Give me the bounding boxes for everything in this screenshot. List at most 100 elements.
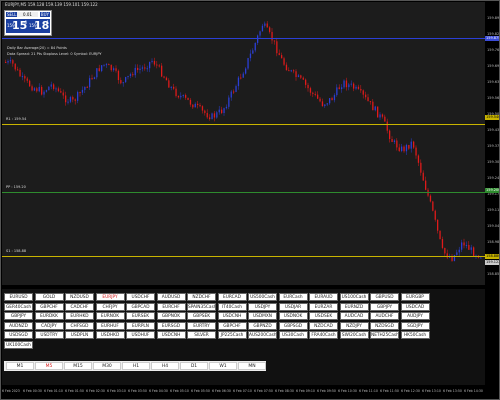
- symbol-button-audnzd[interactable]: AUDNZD: [4, 321, 33, 330]
- s1-level-line[interactable]: [2, 256, 485, 257]
- symbol-button-chfsgd[interactable]: CHFSGD: [65, 321, 94, 330]
- symbol-button-euraud[interactable]: EURAUD: [309, 293, 338, 301]
- symbol-button-usdjar[interactable]: USDJAR: [278, 302, 308, 311]
- symbol-button-usdhuf[interactable]: USDHUF: [126, 331, 155, 339]
- symbol-button-nzdchf[interactable]: NZDCHF: [187, 293, 216, 301]
- timeframe-button-m15[interactable]: M15: [64, 362, 92, 370]
- timeframe-button-m30[interactable]: M30: [93, 362, 121, 370]
- timeframe-button-m5[interactable]: M5: [35, 362, 63, 370]
- pivot-level-line[interactable]: [2, 192, 485, 193]
- symbol-button-gbpjpy[interactable]: GBPJPY: [4, 312, 33, 320]
- symbol-button-fra40cash[interactable]: FRA40Cash: [309, 331, 338, 339]
- symbol-button-nzdsgd[interactable]: NZDSGD: [370, 321, 399, 330]
- candle-body: [223, 108, 225, 114]
- symbol-button-eurchf[interactable]: EURCHF: [156, 302, 186, 311]
- time-scale[interactable]: 6 Feb 2023 6 Feb 00:30 6 Feb 01:10 6 Feb 01…: [2, 387, 485, 399]
- symbol-button-usdcnh[interactable]: USDCNH: [156, 331, 186, 339]
- symbol-button-usdsek[interactable]: USDSEK: [309, 312, 338, 320]
- symbol-button-eurnok[interactable]: EURNOK: [95, 312, 125, 320]
- symbol-button-usdmxn[interactable]: USDMXN: [248, 312, 277, 320]
- symbol-button-gbpnok[interactable]: GBPNOK: [156, 312, 186, 320]
- symbol-button-nzdjpy[interactable]: NZDJPY: [339, 321, 369, 330]
- symbol-button-usdtry[interactable]: USDTRY: [34, 331, 64, 339]
- symbol-button-usdhkd[interactable]: USDHKD: [95, 331, 125, 339]
- symbol-button-cadchf[interactable]: CADCHF: [65, 302, 94, 311]
- buy-price[interactable]: 159 18 1: [28, 19, 50, 33]
- r1-level-line[interactable]: [2, 124, 485, 125]
- symbol-button-eurgbp[interactable]: EURGBP: [400, 293, 430, 301]
- symbol-button-audjpy[interactable]: AUDJPY: [400, 312, 430, 320]
- symbol-button-gbpjpy[interactable]: GBPJPY: [370, 302, 399, 311]
- symbol-button-audusd[interactable]: AUDUSD: [156, 293, 186, 301]
- symbol-button-eurcad[interactable]: EURCAD: [217, 293, 247, 301]
- symbol-button-eursgd[interactable]: EURSGD: [156, 321, 186, 330]
- symbol-button-swi20cash[interactable]: SWI20Cash: [339, 331, 369, 339]
- candle-body: [170, 86, 172, 88]
- timeframe-button-h4[interactable]: H4: [151, 362, 179, 370]
- symbol-button-spain35cash[interactable]: SPAIN35Cash: [187, 302, 216, 311]
- timeframe-button-mn[interactable]: MN: [238, 362, 266, 370]
- symbol-button-gbpnzd[interactable]: GBPNZD: [248, 321, 277, 330]
- symbol-button-usdsgd[interactable]: USDSGD: [4, 331, 33, 339]
- symbol-button-us500cash[interactable]: US500Cash: [248, 293, 277, 301]
- symbol-button-sgdjpy[interactable]: SGDJPY: [400, 321, 430, 330]
- symbol-button-audchf[interactable]: AUDCHF: [370, 312, 399, 320]
- symbol-button-eurjpy[interactable]: EURJPY: [95, 293, 125, 301]
- symbol-button-eursek[interactable]: EURSEK: [126, 312, 155, 320]
- symbol-button-gbpusd[interactable]: GBPUSD: [370, 293, 399, 301]
- symbol-button-gbpchf[interactable]: GBPCHF: [217, 321, 247, 330]
- buy-button[interactable]: BUY: [39, 12, 50, 17]
- candle-body: [413, 141, 415, 148]
- symbol-button-eurusd[interactable]: EURUSD: [4, 293, 33, 301]
- symbol-button-eurcash[interactable]: EURCash: [278, 293, 308, 301]
- price-scale[interactable]: 159.890159.825159.760159.695159.630159.5…: [485, 2, 500, 285]
- symbol-button-eurnzd[interactable]: EURNZD: [339, 302, 369, 311]
- symbol-button-hk50cash[interactable]: HK50Cash: [400, 331, 430, 339]
- sell-button[interactable]: SELL: [6, 12, 18, 17]
- symbol-button-usdpln[interactable]: USDPLN: [65, 331, 94, 339]
- symbol-button-cadjpy[interactable]: CADJPY: [34, 321, 64, 330]
- symbol-button-us30cash[interactable]: US30Cash: [278, 331, 308, 339]
- candle-body: [144, 67, 146, 69]
- candle-body: [33, 88, 36, 91]
- symbol-button-gold[interactable]: GOLD: [34, 293, 64, 301]
- symbol-button-us100cash[interactable]: US100Cash: [339, 293, 369, 301]
- symbol-button-jp225cash[interactable]: JP225Cash: [217, 331, 247, 339]
- symbol-button-nzdcad[interactable]: NZDCAD: [309, 321, 338, 330]
- symbol-button-neth25cash[interactable]: NETH25Cash: [370, 331, 399, 339]
- symbol-button-eurzar[interactable]: EURZAR: [309, 302, 338, 311]
- symbol-button-aus200cash[interactable]: AUS200Cash: [248, 331, 277, 339]
- symbol-button-eurdkk[interactable]: EURDKK: [34, 312, 64, 320]
- candle-body: [156, 64, 158, 66]
- symbol-button-eurpln[interactable]: EURPLN: [126, 321, 155, 330]
- timeframe-button-w1[interactable]: W1: [209, 362, 237, 370]
- symbol-button-gbpchf[interactable]: GBPCHF: [34, 302, 64, 311]
- symbol-button-eurtry[interactable]: EURTRY: [187, 321, 216, 330]
- symbol-button-gbpcad[interactable]: GBPCAD: [126, 302, 155, 311]
- candle-body: [173, 86, 175, 89]
- symbol-button-eurhkd[interactable]: EURHKD: [65, 312, 94, 320]
- symbol-button-chfjpy[interactable]: CHFJPY: [95, 302, 125, 311]
- symbol-button-ger40cash[interactable]: GER40Cash: [4, 302, 33, 311]
- timeframe-button-h1[interactable]: H1: [122, 362, 150, 370]
- lot-size-input[interactable]: 0.01: [17, 12, 38, 17]
- candle-body: [225, 106, 228, 109]
- symbol-button-usdnok[interactable]: USDNOK: [278, 312, 308, 320]
- candle-body: [113, 68, 115, 71]
- symbol-button-nzdusd[interactable]: NZDUSD: [65, 293, 94, 301]
- symbol-button-gbpsek[interactable]: GBPSEK: [187, 312, 216, 320]
- symbol-button-usdjpy[interactable]: USDJPY: [248, 302, 277, 311]
- symbol-button-gbpsgd[interactable]: GBPSGD: [278, 321, 308, 330]
- symbol-button-uk100cash[interactable]: UK100Cash: [4, 340, 33, 349]
- symbol-button-audcad[interactable]: AUDCAD: [339, 312, 369, 320]
- price-chart[interactable]: EURJPY,M5 159.128 159.139 159.101 159.12…: [2, 2, 485, 285]
- timeframe-button-m1[interactable]: M1: [6, 362, 34, 370]
- symbol-button-eurhuf[interactable]: EURHUF: [95, 321, 125, 330]
- symbol-button-it40cash[interactable]: IT40Cash: [217, 302, 247, 311]
- symbol-button-usdcad[interactable]: USDCAD: [400, 302, 430, 311]
- symbol-button-usdchf[interactable]: USDCHF: [126, 293, 155, 301]
- timeframe-button-d1[interactable]: D1: [180, 362, 208, 370]
- sell-price[interactable]: 159 15 0: [6, 19, 28, 33]
- symbol-button-usdcnh[interactable]: USDCNH: [217, 312, 247, 320]
- symbol-button-silver[interactable]: SILVER: [187, 331, 216, 339]
